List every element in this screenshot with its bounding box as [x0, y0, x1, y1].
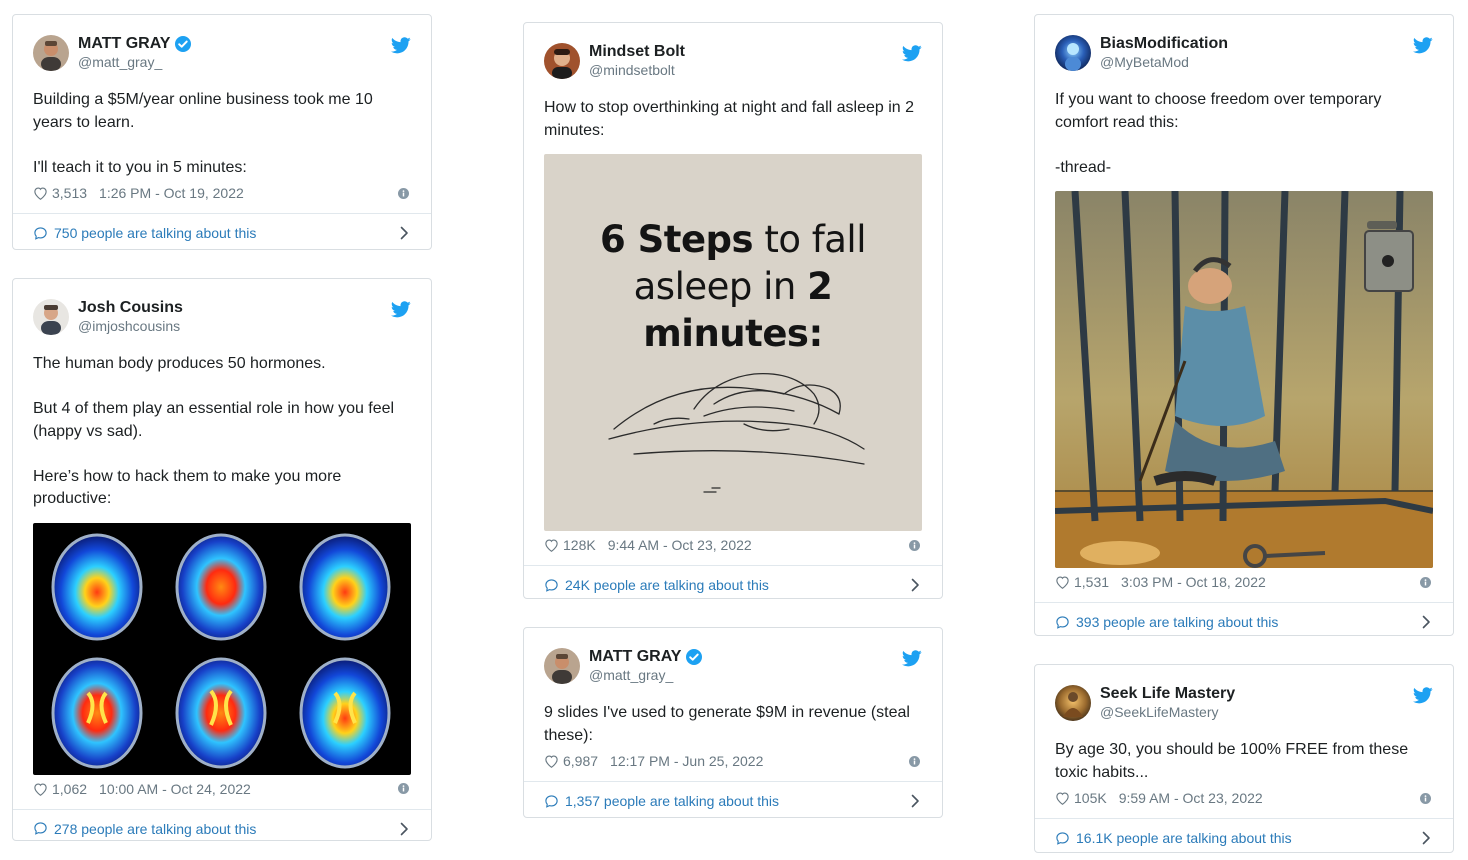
tweet-card[interactable]: Seek Life Mastery @SeekLifeMastery By ag… [1034, 664, 1454, 853]
tweet-text: The human body produces 50 hormones. But… [33, 355, 395, 507]
user-handle[interactable]: @SeekLifeMastery [1100, 703, 1235, 722]
tweet-card[interactable]: Josh Cousins @imjoshcousins The human bo… [12, 278, 432, 841]
user-handle[interactable]: @mindsetbolt [589, 61, 685, 80]
avatar[interactable] [544, 43, 580, 79]
tweet-text: By age 30, you should be 100% FREE from … [1055, 741, 1409, 781]
info-icon[interactable] [909, 755, 920, 767]
tweet-card[interactable]: MATT GRAY @matt_gray_ Building a $5M/yea… [12, 14, 432, 250]
timestamp[interactable]: 3:03 PM - Oct 18, 2022 [1121, 574, 1266, 590]
like-button[interactable]: 3,513 [33, 185, 87, 201]
chevron-right-icon [911, 794, 920, 808]
chat-bubble-icon [1055, 831, 1070, 846]
heart-icon [1056, 792, 1069, 805]
like-count: 1,531 [1074, 574, 1110, 590]
like-count: 128K [563, 537, 596, 553]
chevron-right-icon [400, 226, 409, 240]
user-handle[interactable]: @matt_gray_ [78, 53, 192, 72]
talking-count: 24K people are talking about this [565, 577, 769, 593]
twitter-bird-icon[interactable] [1412, 37, 1433, 59]
info-icon[interactable] [1420, 576, 1431, 588]
like-count: 105K [1074, 790, 1107, 806]
like-button[interactable]: 105K [1055, 790, 1107, 806]
tweet-card[interactable]: MATT GRAY @matt_gray_ 9 slides I've used… [523, 627, 943, 818]
verified-badge-icon [174, 35, 192, 53]
info-icon[interactable] [398, 783, 409, 794]
heart-icon [545, 539, 558, 552]
chat-bubble-icon [544, 794, 559, 809]
tweet-text: How to stop overthinking at night and fa… [544, 99, 915, 139]
tweet-text: 9 slides I've used to generate $9M in re… [544, 704, 910, 744]
conversation-link[interactable]: 278 people are talking about this [13, 808, 431, 848]
user-handle[interactable]: @matt_gray_ [589, 666, 703, 685]
timestamp[interactable]: 9:44 AM - Oct 23, 2022 [608, 537, 752, 553]
timestamp[interactable]: 10:00 AM - Oct 24, 2022 [99, 781, 251, 797]
chevron-right-icon [400, 822, 409, 836]
verified-badge-icon [685, 648, 703, 666]
display-name[interactable]: MATT GRAY [78, 34, 170, 53]
heart-icon [34, 187, 47, 200]
heart-icon [545, 755, 558, 768]
heart-icon [34, 782, 47, 796]
sleeping-figure-sketch [608, 373, 865, 493]
avatar[interactable] [1055, 35, 1091, 71]
chat-bubble-icon [1055, 615, 1070, 630]
conversation-link[interactable]: 16.1K people are talking about this [1035, 818, 1453, 857]
info-icon[interactable] [1420, 792, 1431, 804]
like-button[interactable]: 1,062 [33, 781, 87, 797]
info-icon[interactable] [398, 187, 409, 199]
display-name[interactable]: MATT GRAY [589, 647, 681, 666]
twitter-bird-icon[interactable] [901, 650, 922, 672]
chat-bubble-icon [33, 821, 48, 836]
chat-bubble-icon [544, 578, 559, 593]
avatar[interactable] [544, 648, 580, 684]
timestamp[interactable]: 9:59 AM - Oct 23, 2022 [1119, 790, 1263, 806]
brain-scans-image[interactable] [33, 522, 411, 775]
twitter-bird-icon[interactable] [390, 37, 411, 59]
talking-count: 750 people are talking about this [54, 225, 257, 241]
user-handle[interactable]: @MyBetaMod [1100, 53, 1228, 72]
like-count: 6,987 [563, 753, 599, 769]
timestamp[interactable]: 12:17 PM - Jun 25, 2022 [610, 753, 763, 769]
like-count: 3,513 [52, 185, 88, 201]
tweet-text: Building a $5M/year online business took… [33, 91, 373, 176]
display-name[interactable]: Seek Life Mastery [1100, 684, 1235, 703]
user-handle[interactable]: @imjoshcousins [78, 317, 183, 336]
chat-bubble-icon [33, 226, 48, 241]
like-button[interactable]: 1,531 [1055, 574, 1109, 590]
chevron-right-icon [911, 578, 920, 592]
avatar[interactable] [1055, 685, 1091, 721]
conversation-link[interactable]: 1,357 people are talking about this [524, 781, 942, 820]
talking-count: 1,357 people are talking about this [565, 793, 780, 809]
twitter-bird-icon[interactable] [901, 45, 922, 67]
sleep-sketch-image[interactable]: 6 Steps to fall asleep in 2 minutes: [544, 154, 922, 531]
conversation-link[interactable]: 750 people are talking about this [13, 213, 431, 252]
tweet-card[interactable]: Mindset Bolt @mindsetbolt How to stop ov… [523, 22, 943, 599]
avatar[interactable] [33, 35, 69, 71]
talking-count: 393 people are talking about this [1076, 614, 1279, 630]
like-button[interactable]: 128K [544, 537, 596, 553]
twitter-bird-icon[interactable] [1412, 687, 1433, 709]
tweet-card[interactable]: BiasModification @MyBetaMod If you want … [1034, 14, 1454, 636]
chevron-right-icon [1422, 615, 1431, 629]
like-button[interactable]: 6,987 [544, 753, 598, 769]
like-count: 1,062 [52, 780, 88, 797]
twitter-bird-icon[interactable] [390, 301, 411, 323]
avatar[interactable] [33, 299, 69, 335]
talking-count: 16.1K people are talking about this [1076, 830, 1292, 846]
conversation-link[interactable]: 393 people are talking about this [1035, 602, 1453, 641]
conversation-link[interactable]: 24K people are talking about this [524, 565, 942, 604]
heart-icon [1056, 576, 1069, 589]
prison-cartoon-image[interactable] [1055, 191, 1433, 568]
talking-count: 278 people are talking about this [54, 820, 257, 837]
display-name[interactable]: Mindset Bolt [589, 42, 685, 61]
info-icon[interactable] [909, 539, 920, 551]
tweet-text: If you want to choose freedom over tempo… [1055, 91, 1382, 176]
display-name[interactable]: BiasModification [1100, 34, 1228, 53]
timestamp[interactable]: 1:26 PM - Oct 19, 2022 [99, 185, 244, 201]
chevron-right-icon [1422, 831, 1431, 845]
display-name[interactable]: Josh Cousins [78, 298, 183, 317]
